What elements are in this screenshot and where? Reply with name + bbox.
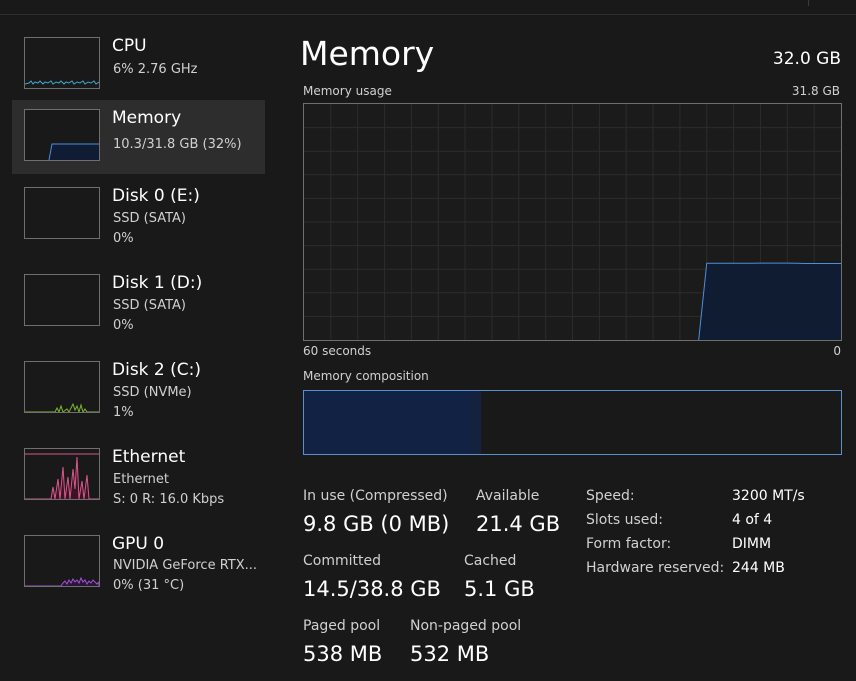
memory-usage-graph — [303, 103, 842, 341]
gpu0-mini-chart — [25, 576, 99, 586]
usage-graph-max: 31.8 GB — [791, 84, 840, 98]
sidebar-item-memory[interactable]: Memory 10.3/31.8 GB (32%) — [12, 100, 265, 174]
sidebar-item-subtitle: SSD (SATA) — [113, 298, 186, 313]
sidebar-item-value: 0% — [113, 318, 134, 333]
memory-thumbnail-graph — [24, 109, 100, 161]
sidebar-item-value: 0% (31 °C) — [113, 578, 185, 593]
performance-sidebar: CPU 6% 2.76 GHz Memory 10.3/31.8 GB (32%… — [0, 28, 268, 681]
total-memory: 32.0 GB — [772, 49, 841, 69]
window-top-divider — [0, 14, 856, 15]
form-factor-value: DIMM — [732, 536, 772, 552]
memory-usage-area — [698, 263, 841, 340]
available-value: 21.4 GB — [476, 512, 561, 536]
sidebar-item-title: Disk 2 (C:) — [112, 360, 202, 380]
sidebar-item-title: Memory — [112, 108, 182, 128]
sidebar-item-value: S: 0 R: 16.0 Kbps — [113, 492, 225, 507]
sidebar-item-title: Ethernet — [112, 447, 186, 467]
time-axis-left: 60 seconds — [303, 344, 372, 358]
committed-label: Committed — [303, 553, 381, 569]
gpu0-thumbnail-graph — [24, 535, 100, 587]
sidebar-item-value: 0% — [113, 231, 134, 246]
ethernet-mini-chart — [25, 453, 99, 499]
speed-value: 3200 MT/s — [732, 488, 805, 504]
page-title: Memory — [300, 34, 435, 73]
usage-graph-label: Memory usage — [303, 84, 392, 98]
sidebar-item-ethernet[interactable]: Ethernet Ethernet S: 0 R: 16.0 Kbps — [12, 439, 265, 513]
sidebar-item-disk2[interactable]: Disk 2 (C:) SSD (NVMe) 1% — [12, 352, 265, 426]
sidebar-item-cpu[interactable]: CPU 6% 2.76 GHz — [12, 28, 265, 102]
sidebar-item-disk0[interactable]: Disk 0 (E:) SSD (SATA) 0% — [12, 178, 265, 252]
sidebar-item-gpu0[interactable]: GPU 0 NVIDIA GeForce RTX... 0% (31 °C) — [12, 526, 265, 600]
sidebar-item-title: GPU 0 — [112, 534, 165, 554]
composition-in-use[interactable] — [304, 391, 472, 454]
disk2-thumbnail-graph — [24, 361, 100, 413]
slots-used-value: 4 of 4 — [732, 512, 773, 528]
sidebar-item-subtitle: Ethernet — [113, 472, 169, 487]
paged-pool-value: 538 MB — [303, 642, 383, 666]
sidebar-item-title: Disk 0 (E:) — [112, 186, 200, 206]
in-use-value: 9.8 GB (0 MB) — [303, 512, 450, 536]
memory-mini-chart — [48, 143, 99, 160]
cached-label: Cached — [464, 553, 517, 569]
memory-usage-chart — [304, 104, 841, 340]
committed-value: 14.5/38.8 GB — [303, 577, 441, 601]
sidebar-item-subtitle: 6% 2.76 GHz — [113, 62, 198, 77]
cpu-thumbnail-graph — [24, 37, 100, 89]
window-edge-mark — [808, 0, 809, 6]
sidebar-item-subtitle: SSD (SATA) — [113, 211, 186, 226]
in-use-label: In use (Compressed) — [303, 488, 448, 504]
slots-used-label: Slots used: — [586, 512, 663, 528]
sidebar-item-title: CPU — [112, 36, 147, 56]
cpu-mini-chart — [25, 80, 99, 85]
sidebar-item-subtitle: NVIDIA GeForce RTX... — [113, 558, 258, 573]
sidebar-item-value: 1% — [113, 405, 134, 420]
hardware-reserved-label: Hardware reserved: — [586, 560, 725, 576]
form-factor-label: Form factor: — [586, 536, 672, 552]
memory-composition-bar[interactable] — [303, 390, 842, 455]
composition-label: Memory composition — [303, 369, 429, 383]
disk0-thumbnail-graph — [24, 187, 100, 239]
time-axis-right: 0 — [833, 344, 841, 358]
disk1-thumbnail-graph — [24, 274, 100, 326]
composition-free[interactable] — [556, 391, 841, 454]
paged-pool-label: Paged pool — [303, 618, 381, 634]
sidebar-item-title: Disk 1 (D:) — [112, 273, 203, 293]
sidebar-item-subtitle: SSD (NVMe) — [113, 385, 192, 400]
speed-label: Speed: — [586, 488, 635, 504]
nonpaged-pool-label: Non-paged pool — [410, 618, 522, 634]
disk2-mini-chart — [25, 402, 99, 412]
hardware-reserved-value: 244 MB — [732, 560, 785, 576]
composition-standby[interactable] — [481, 391, 558, 454]
sidebar-item-disk1[interactable]: Disk 1 (D:) SSD (SATA) 0% — [12, 265, 265, 339]
sidebar-item-subtitle: 10.3/31.8 GB (32%) — [113, 137, 242, 152]
available-label: Available — [476, 488, 540, 504]
cached-value: 5.1 GB — [464, 577, 535, 601]
ethernet-thumbnail-graph — [24, 448, 100, 500]
nonpaged-pool-value: 532 MB — [410, 642, 490, 666]
